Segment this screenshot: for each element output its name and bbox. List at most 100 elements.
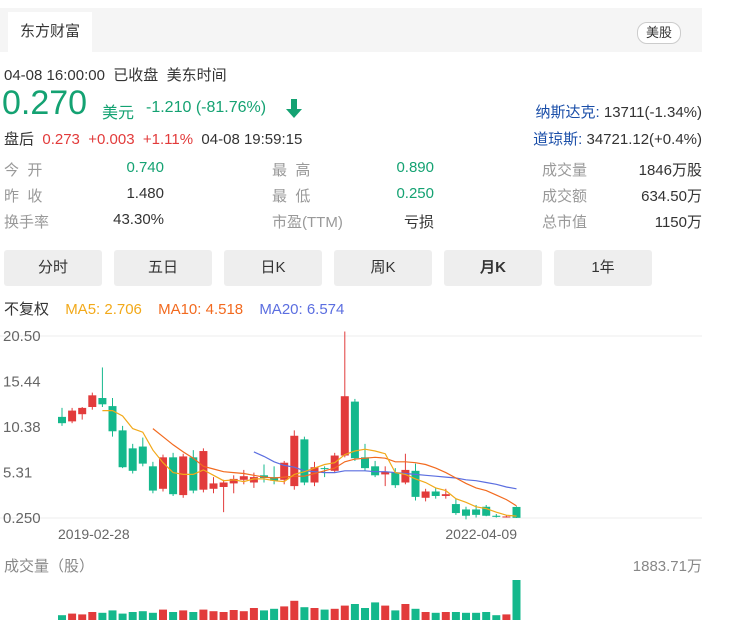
volume-bar	[199, 609, 208, 620]
stat-mktcap-value: 1150万	[654, 214, 702, 231]
tab-monthly-k[interactable]: 月K	[444, 250, 542, 286]
stat-open-value: 0.740	[126, 159, 164, 176]
volume-bar	[421, 612, 430, 620]
x-label-start: 2019-02-28	[58, 526, 130, 542]
ma20-label: MA20: 6.574	[259, 301, 345, 318]
volume-bar	[270, 608, 279, 620]
y-tick-label: 15.44	[3, 373, 41, 390]
tab-intraday[interactable]: 分时	[4, 250, 102, 286]
candle-body	[209, 483, 218, 489]
timezone: 美东时间	[166, 67, 227, 84]
ma-legend: 不复权 MA5: 2.706 MA10: 4.518 MA20: 6.574	[4, 298, 356, 319]
candle-body	[462, 509, 470, 516]
tab-eastmoney[interactable]: 东方财富	[8, 12, 93, 52]
index-nasdaq[interactable]: 纳斯达克: 13711(-1.34%)	[536, 101, 702, 122]
index-nasdaq-name: 纳斯达克:	[535, 104, 600, 121]
after-hours-row: 盘后 0.273 +0.003 +1.11% 04-08 19:59:15	[4, 128, 302, 149]
candle-body	[290, 435, 299, 487]
candle-body	[78, 407, 87, 415]
kline-chart[interactable]: 20.50 15.44 10.38 5.31 0.250 2019-02-28 2022…	[0, 325, 710, 622]
index-dow-value: 34721.12(+0.4%)	[586, 131, 702, 148]
x-label-end: 2022-04-09	[445, 526, 517, 542]
candle-body	[58, 416, 66, 424]
volume-bar	[209, 611, 218, 620]
y-tick-label: 0.250	[3, 510, 41, 527]
candle-body	[350, 401, 359, 459]
volume-bar	[350, 604, 359, 620]
candle-body	[169, 457, 178, 495]
down-arrow-icon	[286, 99, 302, 118]
stat-turnrate-label: 换手率	[4, 214, 50, 231]
tab-daily-k[interactable]: 日K	[224, 250, 322, 286]
last-price: 0.270	[2, 84, 88, 122]
volume-max-label: 1883.71万	[633, 558, 702, 575]
index-nasdaq-value: 13711(-1.34%)	[603, 104, 702, 121]
stat-turnrate-value: 43.30%	[113, 211, 164, 228]
y-tick-label: 10.38	[3, 419, 41, 436]
volume-bar	[290, 600, 299, 620]
stat-turnover-label: 成交额	[542, 188, 588, 205]
candle-body	[138, 446, 147, 464]
candle-body	[108, 406, 117, 432]
stat-low-value: 0.250	[396, 185, 434, 202]
ma10-label: MA10: 4.518	[158, 301, 244, 318]
volume-bar	[310, 608, 319, 620]
after-hours-change: +0.003	[88, 131, 135, 148]
stat-volume-label: 成交量	[542, 162, 588, 179]
candle-body	[320, 468, 329, 470]
volume-bar	[88, 612, 97, 620]
candle-body	[492, 515, 501, 517]
volume-bar	[68, 613, 77, 620]
volume-bar	[391, 610, 400, 620]
volume-bar	[320, 609, 329, 620]
market-tag[interactable]: 美股	[636, 22, 681, 44]
volume-bar	[492, 615, 501, 620]
y-tick-label: 20.50	[3, 328, 41, 345]
adjust-mode[interactable]: 不复权	[4, 301, 49, 318]
status-line: 04-08 16:00:00 已收盘 美东时间	[4, 64, 227, 85]
volume-label: 成交量（股）	[4, 557, 94, 575]
stat-pe-value: 亏损	[403, 214, 434, 231]
y-tick-label: 5.31	[3, 465, 32, 482]
tab-5day[interactable]: 五日	[114, 250, 212, 286]
volume-bar	[148, 612, 157, 620]
candle-body	[239, 476, 248, 480]
stat-mktcap-label: 总市值	[542, 214, 588, 231]
candle-body	[431, 491, 440, 496]
candle-body	[88, 395, 97, 408]
tab-weekly-k[interactable]: 周K	[334, 250, 432, 286]
volume-bar	[138, 611, 147, 620]
volume-bar	[98, 612, 107, 620]
volume-bar	[108, 610, 117, 620]
volume-bar	[431, 612, 440, 620]
stat-prevclose-value: 1.480	[126, 185, 164, 202]
volume-bar	[330, 608, 339, 620]
volume-bar	[249, 608, 258, 620]
index-dow-name: 道琼斯:	[533, 131, 583, 148]
volume-bar	[381, 605, 390, 620]
volume-bar	[482, 612, 491, 620]
candle-body	[472, 509, 481, 515]
after-hours-price: 0.273	[42, 131, 80, 148]
price-change: -1.210 (-81.76%)	[146, 99, 267, 116]
stat-prevclose-label: 昨 收	[4, 188, 43, 205]
stat-open-label: 今 开	[4, 162, 43, 179]
volume-bar	[361, 608, 369, 620]
index-dow[interactable]: 道琼斯: 34721.12(+0.4%)	[533, 128, 702, 149]
stat-low-label: 最 低	[272, 188, 311, 205]
volume-bar	[300, 607, 309, 620]
volume-bar	[239, 611, 248, 620]
tab-1year[interactable]: 1年	[554, 250, 652, 286]
volume-bar	[159, 609, 167, 620]
candle-body	[128, 448, 137, 471]
candle-body	[219, 482, 228, 487]
volume-bar	[78, 614, 87, 620]
after-hours-time: 04-08 19:59:15	[201, 131, 303, 148]
candle-body	[421, 491, 430, 498]
volume-bar	[58, 615, 66, 620]
candle-body	[371, 466, 380, 476]
stats-grid: 今 开 0.740 最 高 0.890 成交量 1846万股 昨 收 1.480…	[4, 155, 704, 235]
tab-bar	[0, 8, 702, 52]
candle-body	[340, 396, 349, 456]
volume-bar	[179, 610, 188, 620]
